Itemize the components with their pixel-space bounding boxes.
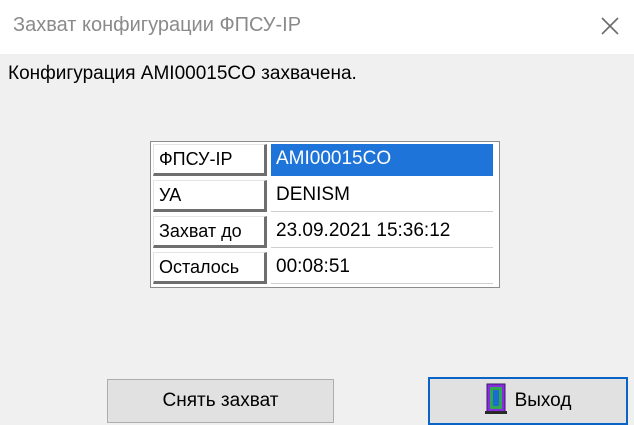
table-row[interactable]: Осталось 00:08:51 xyxy=(151,250,499,286)
exit-label: Выход xyxy=(514,390,572,411)
window-title: Захват конфигурации ФПСУ-IP xyxy=(13,14,302,36)
table-row[interactable]: Захват до 23.09.2021 15:36:12 xyxy=(151,214,499,250)
config-info-table: ФПСУ-IP AMI00015CO УА DENISM Захват до 2… xyxy=(150,141,500,288)
exit-button[interactable]: Выход xyxy=(428,377,628,425)
table-row[interactable]: ФПСУ-IP AMI00015CO xyxy=(151,142,499,178)
row-label: ФПСУ-IP xyxy=(153,144,267,176)
row-value[interactable]: 00:08:51 xyxy=(271,252,493,284)
dialog-window: Захват конфигурации ФПСУ-IP Конфигурация… xyxy=(0,0,634,425)
row-value[interactable]: AMI00015CO xyxy=(271,144,493,176)
exit-door-icon xyxy=(484,382,507,420)
row-label: Захват до xyxy=(153,216,267,248)
status-message: Конфигурация AMI00015CO захвачена. xyxy=(8,63,357,84)
release-capture-button[interactable]: Снять захват xyxy=(107,379,334,423)
release-capture-label: Снять захват xyxy=(162,390,279,411)
row-label: Осталось xyxy=(153,252,267,284)
close-icon[interactable] xyxy=(592,8,626,42)
row-label: УА xyxy=(153,180,267,212)
row-value[interactable]: 23.09.2021 15:36:12 xyxy=(271,216,493,248)
title-bar: Захват конфигурации ФПСУ-IP xyxy=(0,0,634,54)
row-value[interactable]: DENISM xyxy=(271,180,493,212)
table-row[interactable]: УА DENISM xyxy=(151,178,499,214)
